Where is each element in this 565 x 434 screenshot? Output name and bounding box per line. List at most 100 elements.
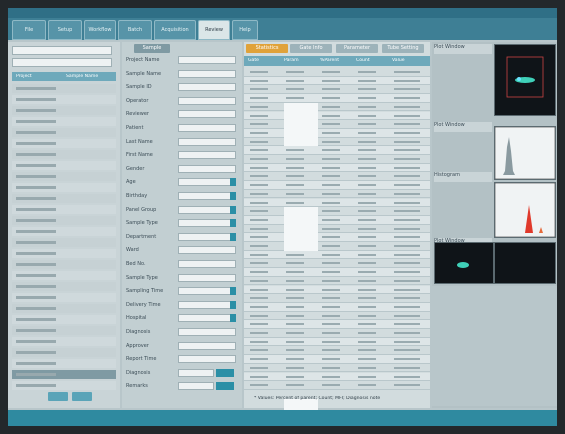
results-table-row[interactable] [244,68,430,77]
sidebar-list-item[interactable] [12,183,116,192]
dropdown-chevron-icon[interactable] [230,287,236,296]
results-table-row[interactable] [244,294,430,303]
form-field-input[interactable] [178,219,236,228]
sidebar-list-item[interactable] [12,205,116,214]
sidebar-list-item[interactable] [12,106,116,115]
form-field-input[interactable] [178,368,214,377]
results-column-header[interactable]: Count [356,58,370,63]
top-tab[interactable]: Setup [48,20,82,40]
results-table-row[interactable] [244,346,430,356]
form-field-input[interactable] [178,83,236,92]
results-tab[interactable]: Tube Setting [382,44,424,53]
dropdown-chevron-icon[interactable] [230,205,236,214]
form-field-input[interactable] [178,246,236,255]
results-table-row[interactable] [244,128,430,138]
results-table-row[interactable] [244,198,430,208]
form-field-input[interactable] [178,287,236,296]
form-field-input[interactable] [178,110,236,119]
results-table-row[interactable] [244,224,430,234]
results-column-header[interactable]: Value [392,58,405,63]
sidebar-list-item[interactable] [12,128,116,137]
top-tab[interactable]: File [12,20,46,40]
form-field-input[interactable] [178,355,236,364]
sidebar-list-item[interactable] [12,293,116,302]
results-table-row[interactable] [244,233,430,242]
dot-plot-window[interactable] [434,242,494,284]
sidebar-list-item[interactable] [12,304,116,313]
results-table-row[interactable] [244,120,430,129]
sidebar-list-item[interactable] [12,139,116,148]
results-table-row[interactable] [244,76,430,86]
results-table-row[interactable] [244,276,430,286]
results-table-row[interactable] [244,189,430,199]
sidebar-list-item[interactable] [12,271,116,280]
sidebar-list-item[interactable] [12,95,116,104]
sidebar-list-item[interactable] [12,216,116,225]
results-column-header[interactable]: Gate [248,58,259,63]
dropdown-chevron-icon[interactable] [230,314,236,323]
form-field-input[interactable] [178,273,236,282]
sidebar-list-item[interactable] [12,370,116,379]
results-table-row[interactable] [244,146,430,155]
results-tab[interactable]: Parameter [336,44,378,53]
form-field-input[interactable] [178,314,236,323]
results-table-row[interactable] [244,363,430,373]
results-table-row[interactable] [244,163,430,173]
top-tab[interactable]: Workflow [84,20,116,40]
plot-window-3d[interactable] [494,44,556,116]
sidebar-filter-field[interactable] [12,46,112,55]
sidebar-list-item[interactable] [12,337,116,346]
results-table-row[interactable] [244,102,430,112]
top-tab[interactable]: Acquisition [154,20,196,40]
results-table-row[interactable] [244,137,430,147]
results-column-header[interactable]: Param [284,58,299,63]
results-table-row[interactable] [244,155,430,164]
sample-header-button[interactable]: Sample [134,44,170,53]
top-tab[interactable]: Batch [118,20,152,40]
dropdown-chevron-icon[interactable] [230,192,236,200]
results-table-row[interactable] [244,355,430,364]
form-field-input[interactable] [178,192,236,200]
histogram-window-1[interactable] [494,126,556,180]
sidebar-list-item[interactable] [12,117,116,126]
sidebar-list-item[interactable] [12,315,116,324]
form-field-input[interactable] [178,164,236,173]
results-tab[interactable]: Statistics [246,44,288,53]
results-table-row[interactable] [244,250,430,260]
sidebar-list-item[interactable] [12,84,116,93]
results-table-row[interactable] [244,215,430,225]
form-field-input[interactable] [178,260,236,268]
form-field-input[interactable] [178,382,214,391]
results-table-row[interactable] [244,311,430,321]
sidebar-list-item[interactable] [12,282,116,291]
results-table-row[interactable] [244,268,430,277]
form-field-input[interactable] [178,124,236,132]
toggle-switch[interactable] [216,382,234,391]
toggle-switch[interactable] [216,368,234,377]
results-table-row[interactable] [244,181,430,190]
results-table-row[interactable] [244,207,430,216]
form-field-input[interactable] [178,328,236,336]
dropdown-chevron-icon[interactable] [230,232,236,241]
top-tab[interactable]: Help [232,20,258,40]
form-field-input[interactable] [178,205,236,214]
form-field-input[interactable] [178,151,236,160]
results-table-row[interactable] [244,172,430,182]
sidebar-list-item[interactable] [12,348,116,357]
results-table-row[interactable] [244,285,430,295]
form-field-input[interactable] [178,96,236,105]
form-field-input[interactable] [178,232,236,241]
sidebar-prev-button[interactable] [48,392,68,401]
form-field-input[interactable] [178,69,236,78]
sidebar-next-button[interactable] [72,392,92,401]
results-table-row[interactable] [244,111,430,121]
sidebar-list-item[interactable] [12,172,116,181]
dropdown-chevron-icon[interactable] [230,219,236,228]
histogram-window-2[interactable] [494,182,556,238]
results-table-row[interactable] [244,381,430,390]
results-table-row[interactable] [244,85,430,95]
form-field-input[interactable] [178,300,236,309]
sidebar-list-item[interactable] [12,359,116,368]
sidebar-search-field[interactable] [12,58,112,67]
dropdown-chevron-icon[interactable] [230,300,236,309]
